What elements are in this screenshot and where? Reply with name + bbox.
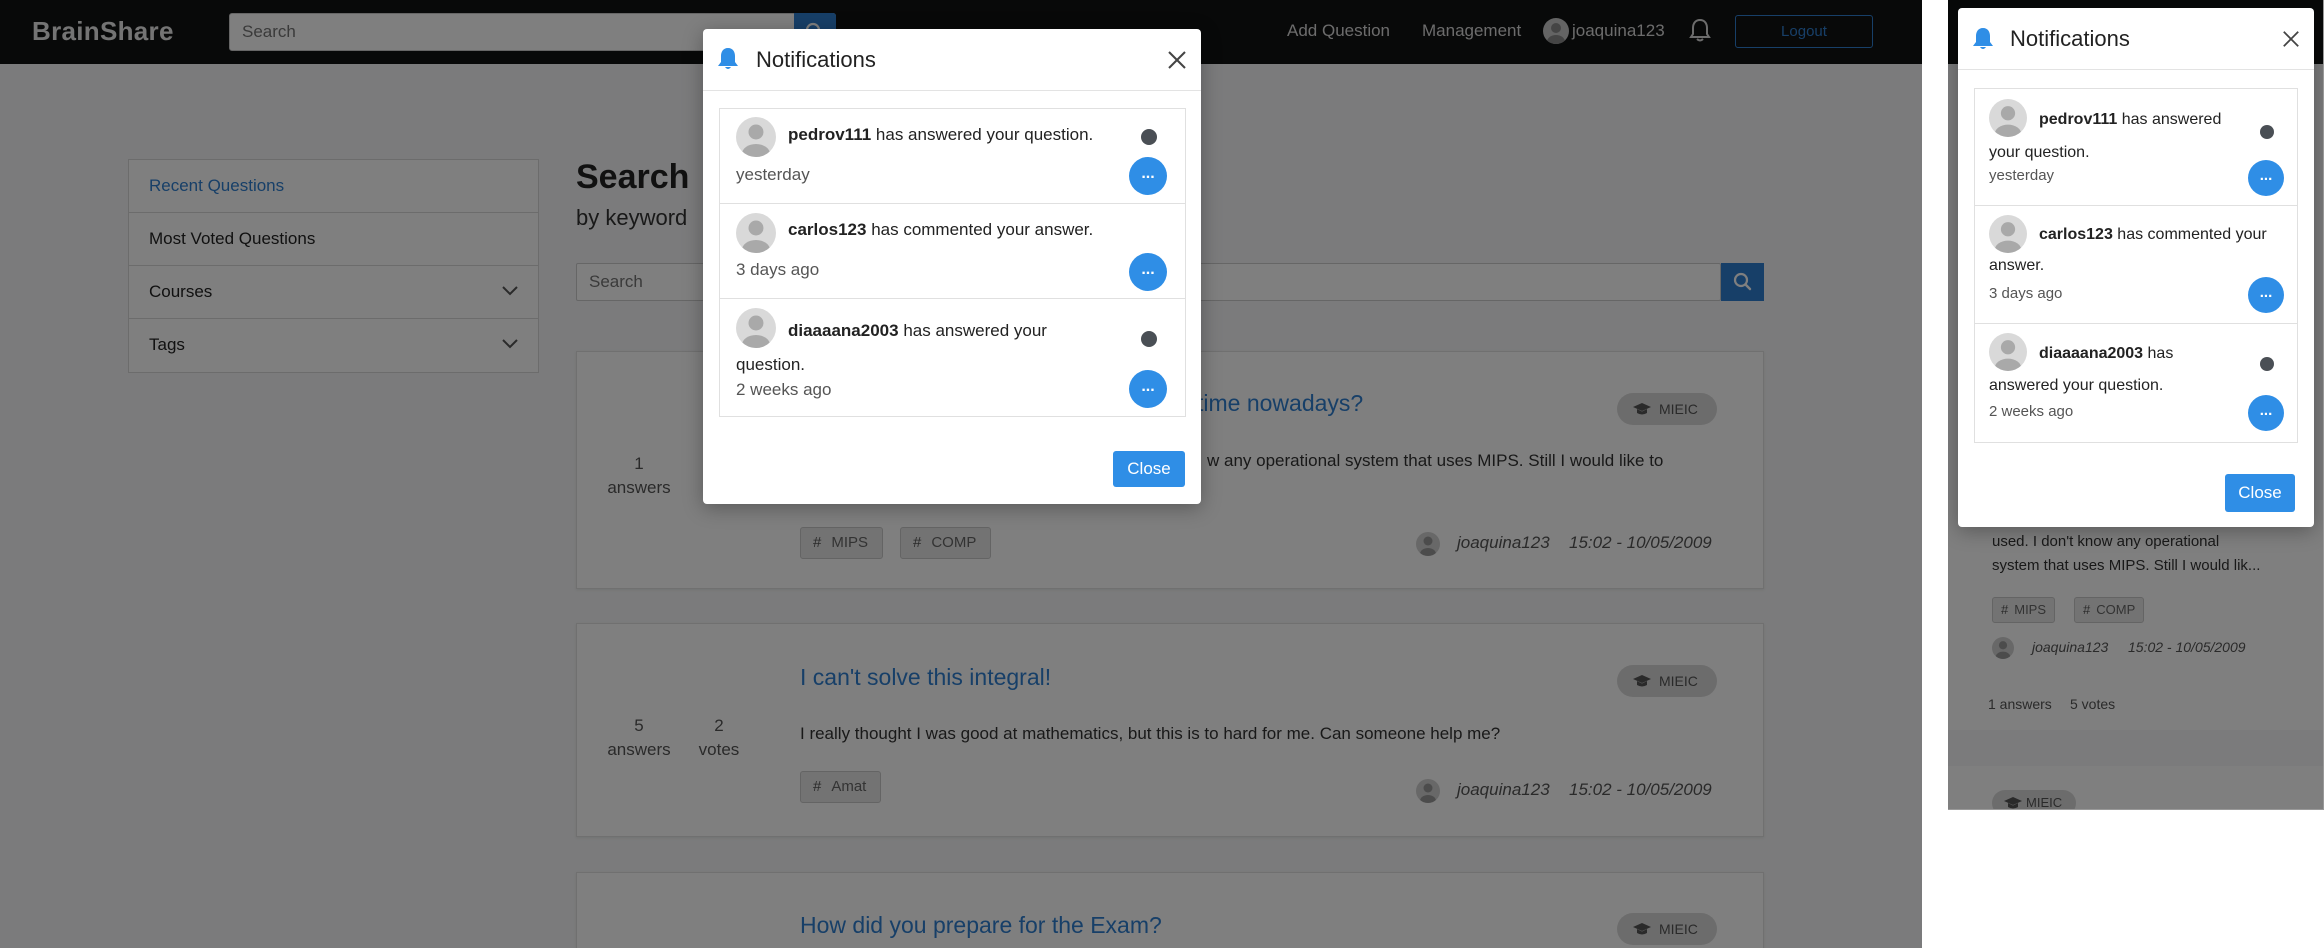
- close-button[interactable]: Close: [2225, 474, 2295, 512]
- notification-action: has commented your answer.: [871, 220, 1094, 239]
- notification-user: pedrov111: [788, 125, 872, 144]
- notification-more-button[interactable]: ...: [2248, 277, 2284, 313]
- avatar: [736, 213, 776, 253]
- notification-more-button[interactable]: ...: [2248, 395, 2284, 431]
- notification-item[interactable]: diaaaana2003 has answered your question.…: [720, 299, 1185, 416]
- modal-title: Notifications: [756, 47, 876, 72]
- notification-user: diaaaana2003: [788, 321, 899, 340]
- notification-text: pedrov111 has answered your question.: [1989, 103, 2239, 169]
- close-icon[interactable]: [1167, 50, 1187, 70]
- notification-text: carlos123 has commented your answer.: [1989, 219, 2289, 281]
- notification-more-button[interactable]: ...: [1129, 157, 1167, 195]
- notification-item[interactable]: diaaaana2003 has answered your question.…: [1975, 324, 2297, 442]
- notifications-modal-mobile: Notifications pedrov111 has answered you…: [1958, 8, 2314, 527]
- notification-text: pedrov111 has answered your question.: [788, 125, 1093, 145]
- notification-action: has commented your answer.: [1989, 226, 2267, 274]
- notifications-modal: Notifications pedrov111 has answered you…: [703, 29, 1201, 504]
- notification-item[interactable]: carlos123 has commented your answer. 3 d…: [720, 204, 1185, 299]
- mobile-view: used. I don't know any operational syste…: [1948, 0, 2324, 810]
- notification-more-button[interactable]: ...: [1129, 370, 1167, 408]
- notification-time: 3 days ago: [1989, 285, 2063, 302]
- notification-time: yesterday: [1989, 167, 2055, 184]
- notification-more-button[interactable]: ...: [1129, 253, 1167, 291]
- notifications-list: pedrov111 has answered your question. ye…: [719, 108, 1186, 417]
- modal-header: Notifications: [703, 29, 1201, 91]
- notification-user: carlos123: [788, 220, 867, 239]
- user-icon: [742, 220, 770, 253]
- unread-dot: [1141, 331, 1157, 347]
- user-icon: [742, 124, 770, 157]
- bell-icon: [718, 48, 738, 69]
- notification-item[interactable]: carlos123 has commented your answer. 3 d…: [1975, 206, 2297, 324]
- close-icon[interactable]: [2282, 30, 2300, 48]
- avatar: [736, 117, 776, 157]
- notification-time: yesterday: [736, 165, 810, 184]
- close-button[interactable]: Close: [1113, 451, 1185, 487]
- notification-user: pedrov111: [2039, 111, 2118, 128]
- notification-time: 3 days ago: [736, 260, 820, 279]
- notification-item[interactable]: pedrov111 has answered your question. ye…: [720, 109, 1185, 204]
- notification-time: 2 weeks ago: [736, 380, 832, 399]
- notification-action: has answered your question.: [875, 125, 1094, 144]
- notification-time: 2 weeks ago: [1989, 403, 2074, 420]
- notification-text: diaaaana2003 has answered your question.: [1989, 338, 2229, 402]
- notifications-list: pedrov111 has answered your question. ye…: [1974, 88, 2298, 443]
- notification-user: carlos123: [2039, 226, 2113, 243]
- unread-dot: [2260, 357, 2274, 371]
- unread-dot: [1141, 129, 1157, 145]
- desktop-view: BrainShare Add Question Management joaqu…: [0, 0, 1922, 948]
- notification-text: carlos123 has commented your answer.: [788, 220, 1093, 240]
- notification-user: diaaaana2003: [2039, 345, 2144, 362]
- notification-item[interactable]: pedrov111 has answered your question. ye…: [1975, 89, 2297, 206]
- unread-dot: [2260, 125, 2274, 139]
- notification-more-button[interactable]: ...: [2248, 160, 2284, 196]
- notification-text: diaaaana2003 has answered your question.: [736, 314, 1116, 382]
- modal-title: Notifications: [2010, 26, 2130, 51]
- bell-icon: [1973, 28, 1993, 49]
- modal-header: Notifications: [1958, 8, 2314, 70]
